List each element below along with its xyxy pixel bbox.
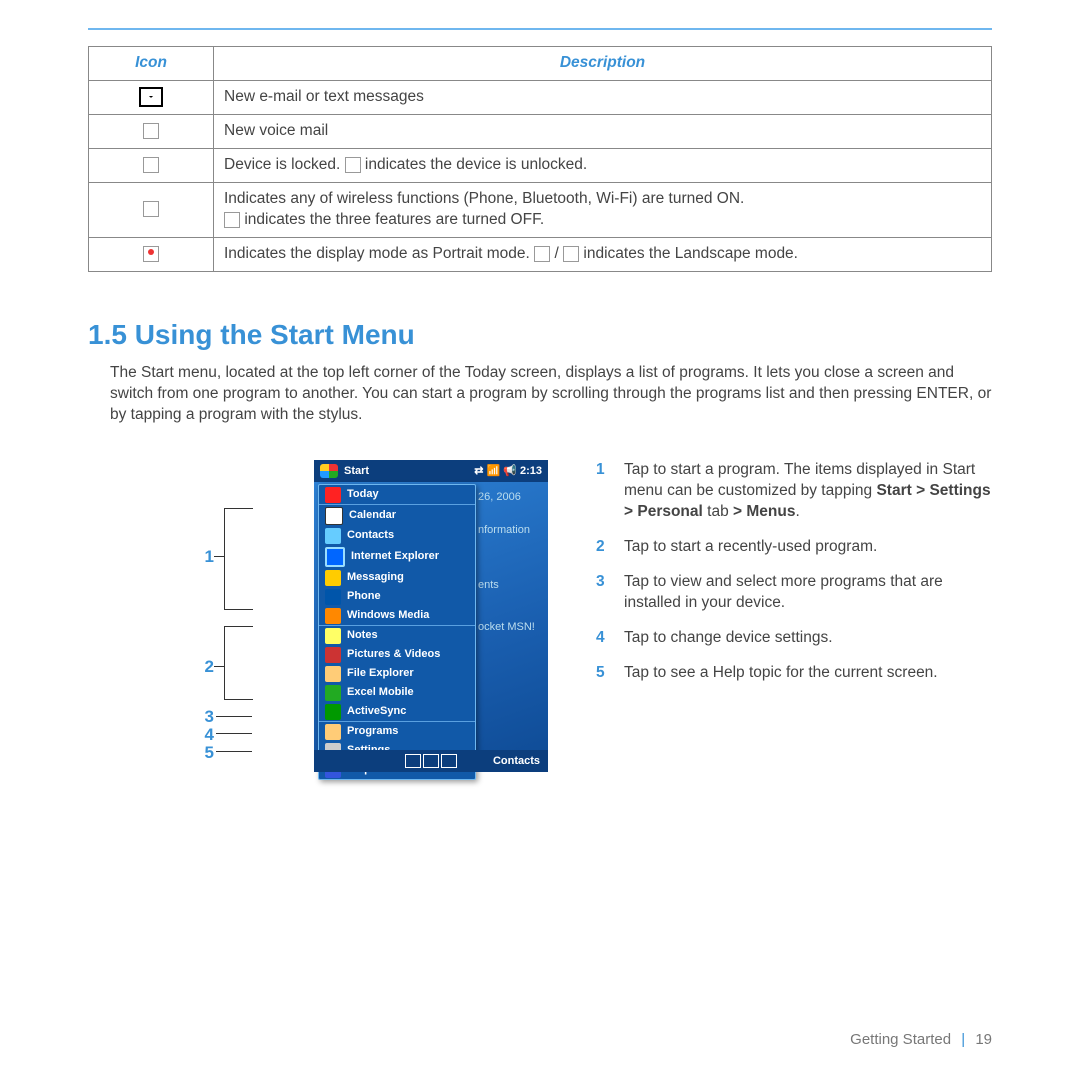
portrait-icon [143,246,159,262]
footer-page: 19 [975,1031,992,1048]
legend: 1 Tap to start a program. The items disp… [596,460,992,697]
status-bar: Start ⇄ 📶 📢 2:13 [314,460,548,482]
email-icon [139,87,163,107]
section-heading: 1.5 Using the Start Menu [88,316,992,354]
wireless-off-icon [224,212,240,228]
pictures-icon [325,647,341,663]
voicemail-icon [143,123,159,139]
row-desc: New e-mail or text messages [214,80,992,114]
messaging-icon [325,570,341,586]
start-label: Start [344,464,369,479]
contacts-icon [325,528,341,544]
page-footer: Getting Started | 19 [850,1030,992,1050]
activesync-icon [325,704,341,720]
menu-item-today[interactable]: Today [319,485,475,504]
wireless-on-icon [143,201,159,217]
table-header-icon: Icon [89,47,214,81]
legend-text-5: Tap to see a Help topic for the current … [624,663,992,684]
menu-item-programs[interactable]: Programs [319,722,475,741]
unlocked-icon [345,157,361,173]
notes-icon [325,628,341,644]
phone-icon [325,589,341,605]
menu-item-notes[interactable]: Notes [319,626,475,645]
legend-text-4: Tap to change device settings. [624,628,992,649]
legend-num-3: 3 [596,572,610,614]
table-row: Indicates the display mode as Portrait m… [89,237,992,271]
ie-icon [325,547,345,567]
callout-5: 5 [198,742,214,765]
row-desc: Indicates the display mode as Portrait m… [214,237,992,271]
menu-item-pictures[interactable]: Pictures & Videos [319,645,475,664]
phone-screenshot: Start ⇄ 📶 📢 2:13 26, 2006 nformation ent… [314,460,548,772]
menu-item-contacts[interactable]: Contacts [319,526,475,545]
softkey-icons [405,754,457,768]
menu-item-excel[interactable]: Excel Mobile [319,683,475,702]
table-row: Device is locked. indicates the device i… [89,148,992,182]
today-icon [325,487,341,503]
locked-icon [143,157,159,173]
legend-text-2: Tap to start a recently-used program. [624,537,992,558]
legend-num-1: 1 [596,460,610,523]
landscape-icon-b [563,246,579,262]
file-explorer-icon [325,666,341,682]
windows-media-icon [325,608,341,624]
status-icons: ⇄ 📶 📢 2:13 [474,464,542,479]
start-menu: Today Calendar Contacts Internet Explore… [318,484,476,780]
row-desc: Device is locked. indicates the device i… [214,148,992,182]
menu-item-phone[interactable]: Phone [319,587,475,606]
callout-2: 2 [198,656,214,679]
legend-text-1: Tap to start a program. The items displa… [624,460,992,523]
bg-msn: ocket MSN! [478,620,535,635]
legend-num-5: 5 [596,663,610,684]
menu-item-windows-media[interactable]: Windows Media [319,606,475,625]
legend-text-3: Tap to view and select more programs tha… [624,572,992,614]
programs-icon [325,724,341,740]
callout-1: 1 [198,546,214,569]
menu-item-activesync[interactable]: ActiveSync [319,702,475,721]
menu-item-calendar[interactable]: Calendar [319,505,475,526]
top-rule [88,28,992,30]
section-body: The Start menu, located at the top left … [110,363,992,426]
footer-chapter: Getting Started [850,1031,951,1048]
legend-num-4: 4 [596,628,610,649]
start-flag-icon [320,464,338,478]
table-row: Indicates any of wireless functions (Pho… [89,182,992,237]
icon-description-table: Icon Description New e-mail or text mess… [88,46,992,272]
bg-info: nformation [478,523,530,538]
legend-num-2: 2 [596,537,610,558]
bg-date: 26, 2006 [478,490,521,505]
softkey-contacts[interactable]: Contacts [493,754,540,769]
row-desc: New voice mail [214,114,992,148]
calendar-icon [325,507,343,525]
menu-item-ie[interactable]: Internet Explorer [319,545,475,568]
table-header-description: Description [214,47,992,81]
row-desc: Indicates any of wireless functions (Pho… [214,182,992,237]
menu-item-messaging[interactable]: Messaging [319,568,475,587]
menu-item-file-explorer[interactable]: File Explorer [319,664,475,683]
bg-ents: ents [478,578,499,593]
landscape-icon-a [534,246,550,262]
table-row: New e-mail or text messages [89,80,992,114]
table-row: New voice mail [89,114,992,148]
softkey-bar: Contacts [314,750,548,772]
excel-icon [325,685,341,701]
footer-separator: | [961,1031,965,1048]
